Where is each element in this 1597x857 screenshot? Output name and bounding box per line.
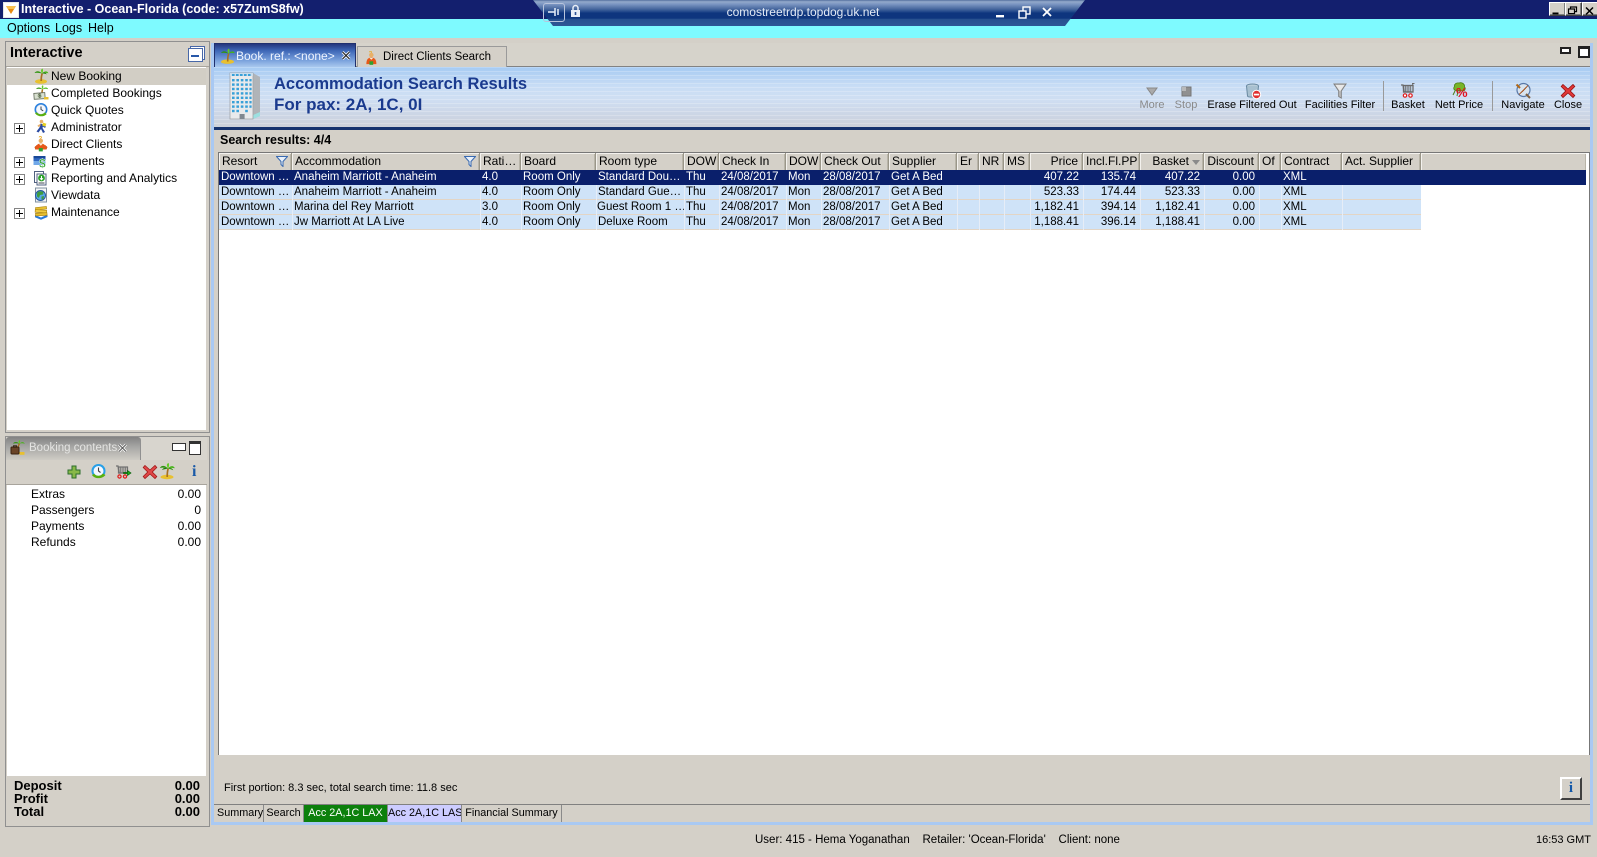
svg-text:$: $ bbox=[39, 157, 46, 170]
svg-text:%: % bbox=[1456, 85, 1468, 99]
svg-text:$: $ bbox=[38, 94, 41, 100]
